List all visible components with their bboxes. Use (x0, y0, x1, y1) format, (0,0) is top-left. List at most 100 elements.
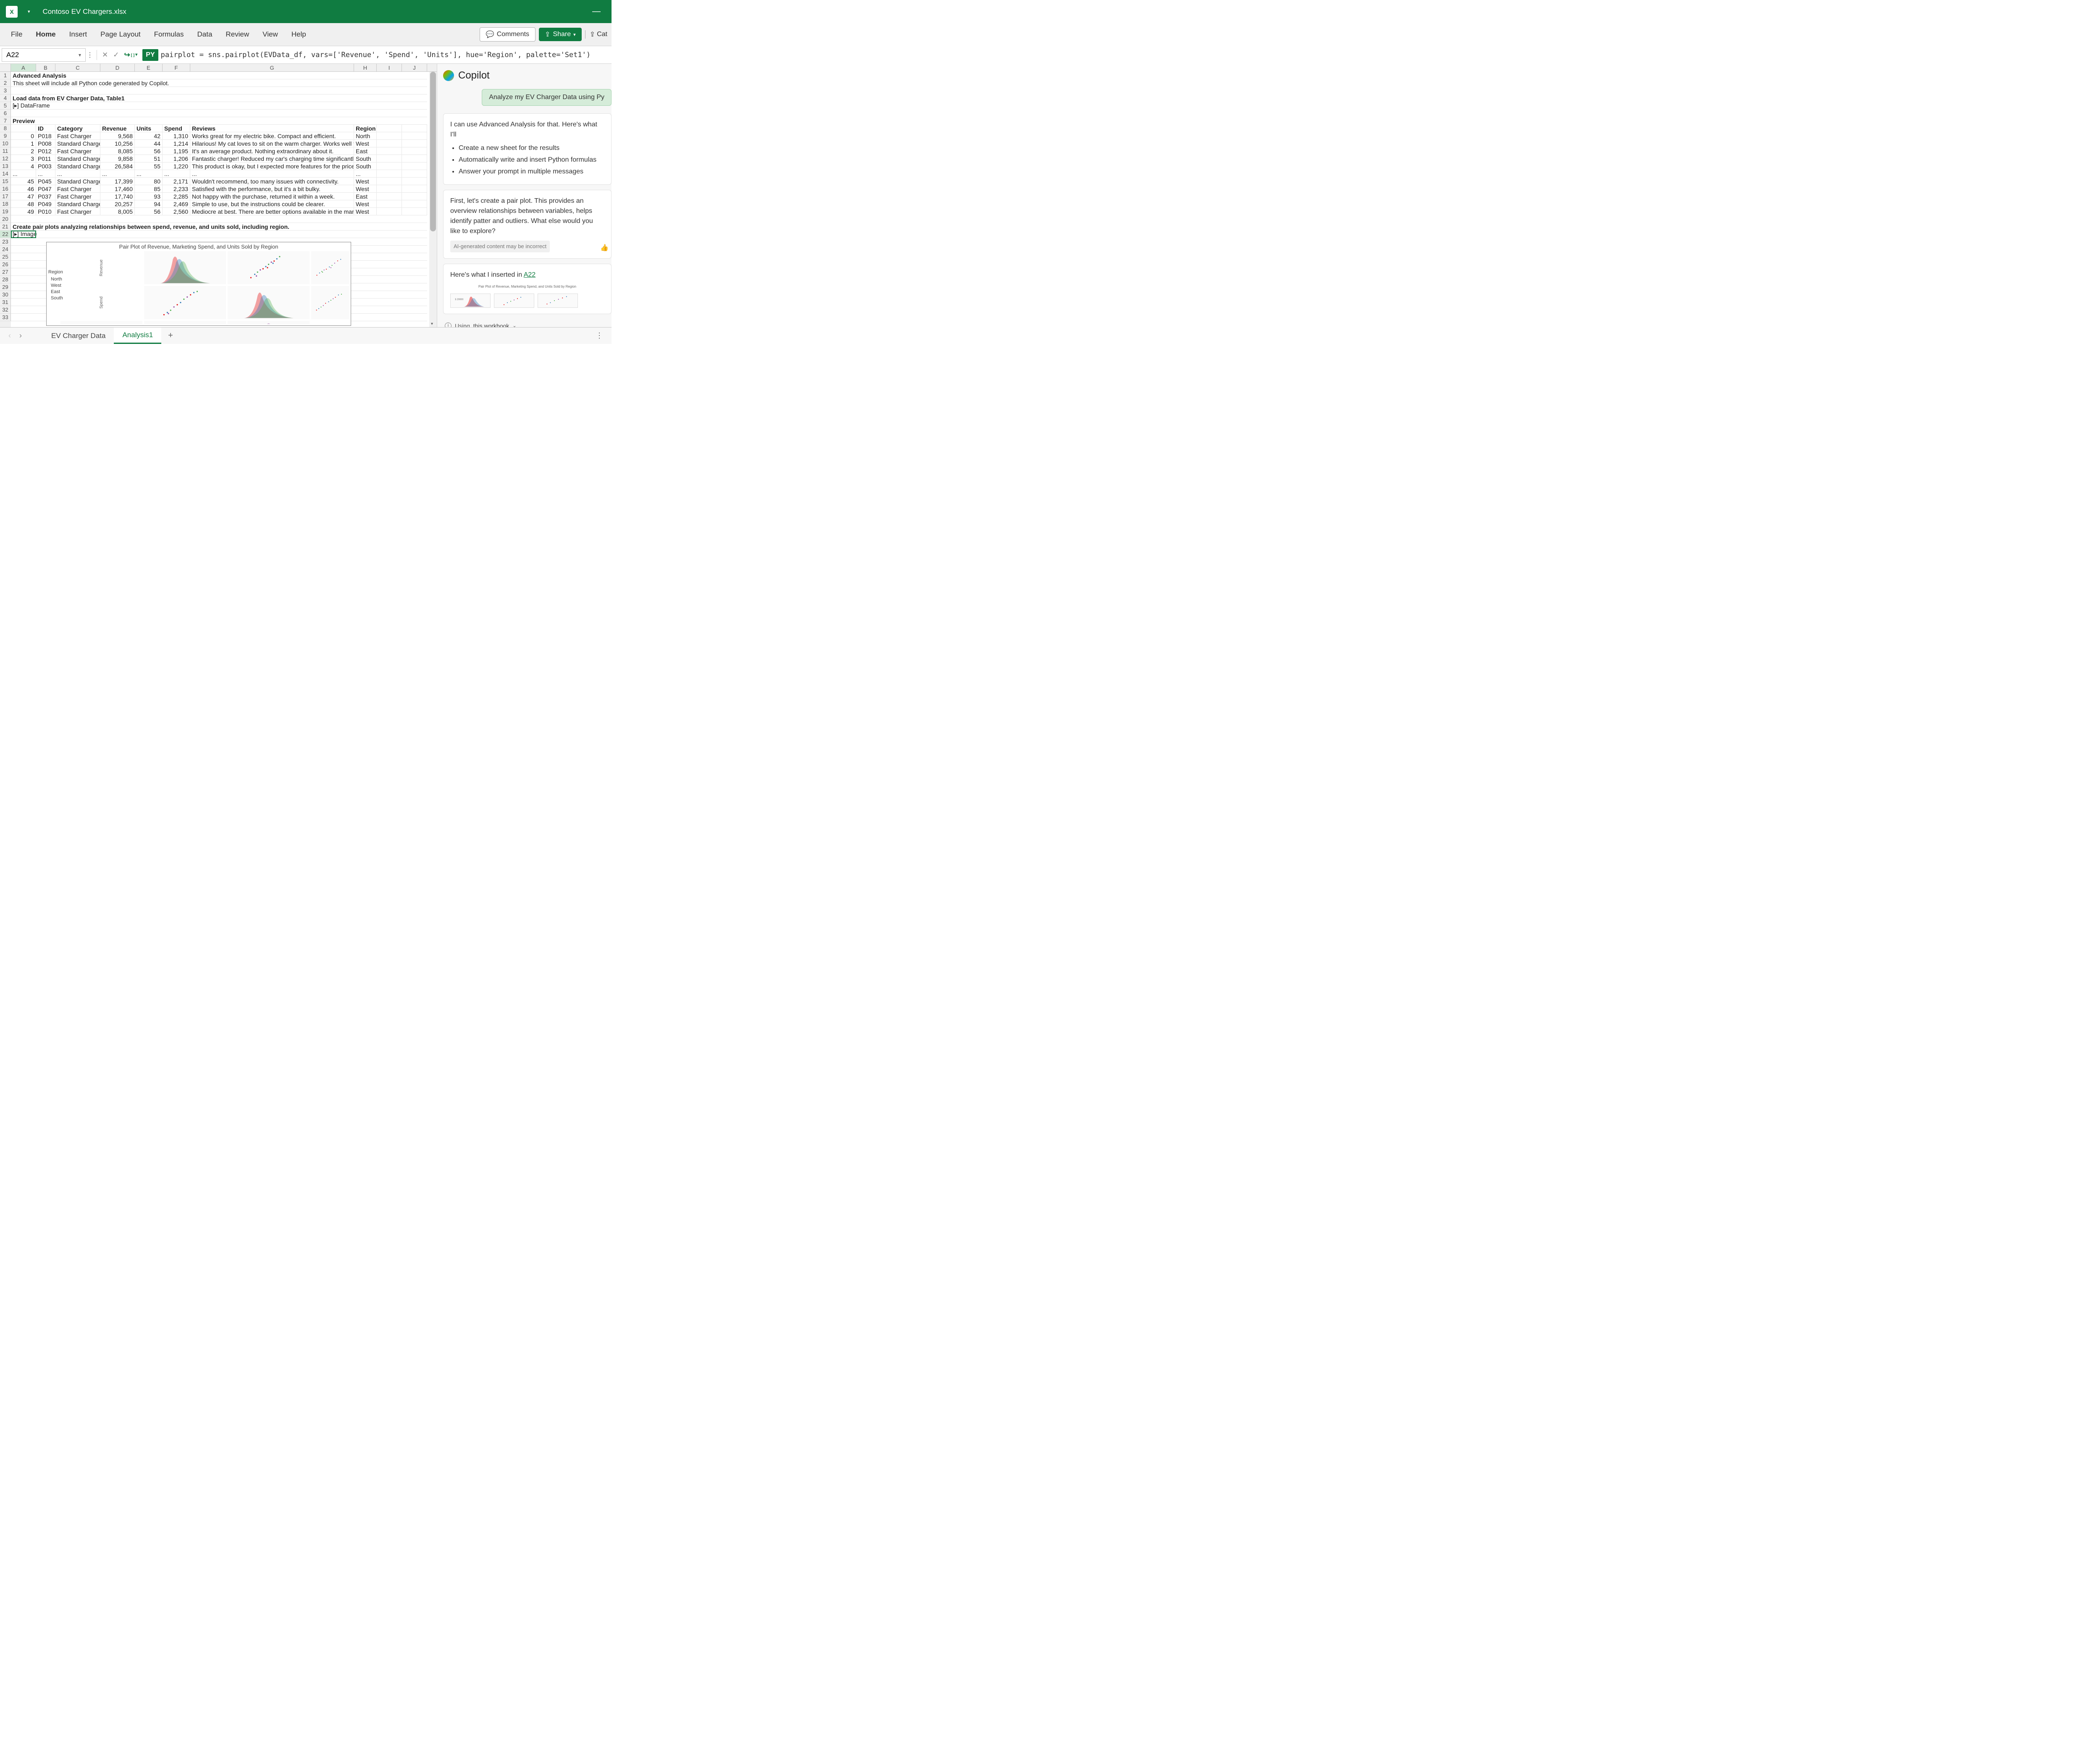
cell[interactable]: 1,206 (163, 155, 190, 163)
cell[interactable]: Create pair plots analyzing relationship… (11, 223, 427, 231)
column-header[interactable]: G (190, 64, 354, 71)
category-button[interactable]: ⇪ Cat (585, 30, 607, 39)
spreadsheet-grid[interactable]: ABCDEFGHIJ 12345678910111213141516171819… (0, 64, 437, 327)
cell[interactable]: Fantastic charger! Reduced my car's char… (190, 155, 354, 163)
row-header[interactable]: 29 (0, 283, 11, 291)
cell[interactable]: 4 (11, 163, 36, 170)
column-header[interactable]: J (402, 64, 427, 71)
cell[interactable]: Satisfied with the performance, but it's… (190, 185, 354, 193)
cell[interactable] (377, 140, 402, 147)
cell[interactable]: Not happy with the purchase, returned it… (190, 193, 354, 200)
scroll-thumb[interactable] (430, 72, 436, 231)
row-header[interactable]: 20 (0, 215, 11, 223)
cell[interactable]: 20,257 (100, 200, 135, 208)
cell[interactable]: 44 (135, 140, 163, 147)
row-header[interactable]: 22 (0, 231, 11, 238)
add-sheet-button[interactable]: + (161, 331, 180, 341)
row-header[interactable]: 26 (0, 261, 11, 268)
cell[interactable]: East (354, 147, 377, 155)
cell[interactable]: 93 (135, 193, 163, 200)
cell[interactable]: 1 (11, 140, 36, 147)
cell[interactable]: ... (190, 170, 354, 178)
row-header[interactable]: 4 (0, 94, 11, 102)
row-header[interactable]: 3 (0, 87, 11, 94)
cell[interactable]: 56 (135, 147, 163, 155)
cell[interactable]: 49 (11, 208, 36, 215)
cell[interactable] (402, 178, 427, 185)
cell[interactable]: ... (163, 170, 190, 178)
row-header[interactable]: 23 (0, 238, 11, 246)
row-header[interactable]: 15 (0, 178, 11, 185)
namebox-menu[interactable]: ⋮ (86, 51, 94, 59)
cell[interactable]: Fast Charger (55, 185, 100, 193)
cell[interactable]: West (354, 200, 377, 208)
row-header[interactable]: 19 (0, 208, 11, 215)
cell[interactable]: Region (354, 125, 377, 132)
minimize-button[interactable]: — (587, 7, 606, 16)
cell[interactable] (11, 125, 36, 132)
cell[interactable] (402, 132, 427, 140)
cell[interactable]: 1,220 (163, 163, 190, 170)
cell[interactable]: 46 (11, 185, 36, 193)
row-header[interactable]: 30 (0, 291, 11, 299)
cell[interactable]: 2,469 (163, 200, 190, 208)
cell[interactable] (377, 170, 402, 178)
cell[interactable]: Advanced Analysis (11, 72, 427, 79)
cell[interactable]: 2,560 (163, 208, 190, 215)
cell[interactable]: 2,171 (163, 178, 190, 185)
cell[interactable]: It's an average product. Nothing extraor… (190, 147, 354, 155)
row-header[interactable]: 21 (0, 223, 11, 231)
sheet-tab-analysis[interactable]: Analysis1 (114, 328, 161, 344)
cell[interactable]: South (354, 155, 377, 163)
cell[interactable]: 9,568 (100, 132, 135, 140)
cell[interactable]: 48 (11, 200, 36, 208)
cell[interactable]: This product is okay, but I expected mor… (190, 163, 354, 170)
cell[interactable]: 1,310 (163, 132, 190, 140)
row-header[interactable]: 12 (0, 155, 11, 163)
tab-help[interactable]: Help (285, 26, 313, 43)
cell[interactable] (377, 193, 402, 200)
cell[interactable]: 56 (135, 208, 163, 215)
cell[interactable] (11, 110, 427, 117)
chevron-down-icon[interactable]: ⌄ (512, 323, 516, 327)
cell[interactable]: Works great for my electric bike. Compac… (190, 132, 354, 140)
cell[interactable]: 17,460 (100, 185, 135, 193)
row-header[interactable]: 14 (0, 170, 11, 178)
cell[interactable]: 17,740 (100, 193, 135, 200)
cell[interactable]: West (354, 208, 377, 215)
cell[interactable]: 45 (11, 178, 36, 185)
cell[interactable] (402, 163, 427, 170)
row-header[interactable]: 9 (0, 132, 11, 140)
row-header[interactable]: 2 (0, 79, 11, 87)
cell[interactable]: P012 (36, 147, 55, 155)
row-header[interactable]: 24 (0, 246, 11, 253)
cell[interactable]: [▸] Image (11, 231, 427, 238)
cell[interactable] (377, 163, 402, 170)
cancel-formula-icon[interactable]: ✕ (100, 51, 110, 59)
cell[interactable]: 2,233 (163, 185, 190, 193)
cell[interactable]: 51 (135, 155, 163, 163)
row-header[interactable]: 27 (0, 268, 11, 276)
cell[interactable]: 26,584 (100, 163, 135, 170)
cell[interactable] (402, 125, 427, 132)
cell[interactable] (402, 193, 427, 200)
cell[interactable]: East (354, 193, 377, 200)
cell[interactable]: 9,858 (100, 155, 135, 163)
cell[interactable]: ... (36, 170, 55, 178)
cell[interactable]: ID (36, 125, 55, 132)
cell[interactable]: 47 (11, 193, 36, 200)
row-header[interactable]: 6 (0, 110, 11, 117)
tab-formulas[interactable]: Formulas (147, 26, 191, 43)
tab-insert[interactable]: Insert (63, 26, 94, 43)
formula-input[interactable]: pairplot = sns.pairplot(EVData_df, vars=… (161, 51, 591, 59)
cell[interactable]: Standard Charger (55, 200, 100, 208)
cell[interactable]: 94 (135, 200, 163, 208)
cell[interactable]: Standard Charger (55, 140, 100, 147)
cell[interactable]: 0 (11, 132, 36, 140)
row-header[interactable]: 17 (0, 193, 11, 200)
cell[interactable]: P045 (36, 178, 55, 185)
chart-thumbnail[interactable] (494, 294, 534, 308)
row-header[interactable]: 16 (0, 185, 11, 193)
cell[interactable]: Units (135, 125, 163, 132)
sheet-nav-next[interactable]: › (15, 331, 26, 340)
